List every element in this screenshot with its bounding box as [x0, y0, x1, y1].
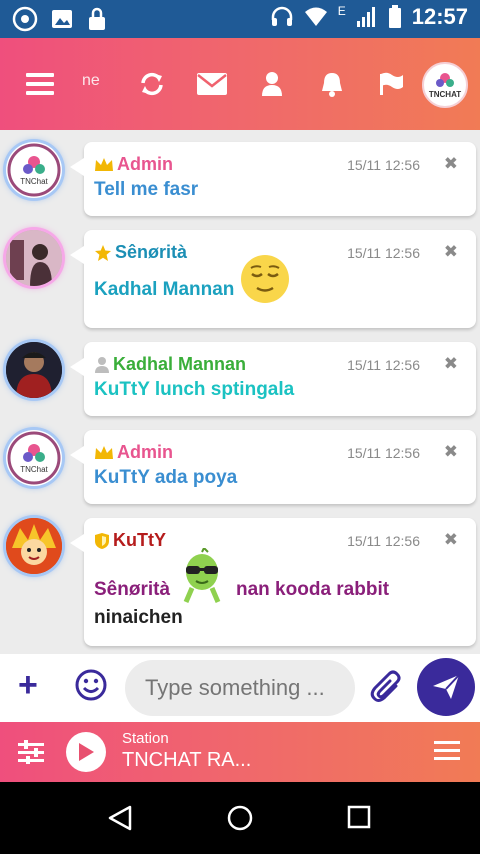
refresh-icon	[141, 72, 163, 96]
envelope-icon	[197, 73, 227, 95]
avatar[interactable]	[6, 342, 62, 398]
message-bubble: KuTtY 15/11 12:56 ✖ Sênørità nan kooda r…	[70, 518, 476, 646]
username[interactable]: Sênørità	[94, 242, 187, 263]
user-icon	[95, 356, 109, 373]
send-icon	[433, 674, 460, 699]
player-menu-button[interactable]	[434, 740, 460, 767]
avatar[interactable]: TNChat	[6, 142, 62, 198]
back-button[interactable]	[106, 804, 134, 837]
message-composer: +	[0, 654, 480, 722]
headset-icon	[271, 6, 292, 26]
tnchat-logo-icon: TNChat	[7, 431, 61, 485]
message-bubble: Admin 15/11 12:56 ✖ Tell me fasr	[70, 142, 476, 216]
messages-button[interactable]	[194, 66, 230, 102]
message-text: nan kooda rabbit	[236, 579, 390, 600]
avatar[interactable]: TNChat	[6, 430, 62, 486]
username[interactable]: Admin	[94, 154, 173, 175]
username[interactable]: Kadhal Mannan	[94, 354, 246, 375]
profile-photo-icon	[6, 342, 62, 398]
message-input[interactable]	[125, 660, 355, 716]
back-triangle-icon	[108, 805, 132, 831]
app-notification-icon	[12, 6, 38, 32]
radio-player: Station TNCHAT RA...	[0, 722, 480, 782]
equalizer-button[interactable]	[18, 740, 44, 769]
message-text: Sênørità	[94, 579, 171, 600]
recents-square-icon	[347, 805, 371, 829]
wifi-icon	[304, 7, 327, 26]
profile-button[interactable]	[254, 66, 290, 102]
message-text: KuTtY ada poya	[94, 467, 238, 488]
message-bubble: Sênørità 15/11 12:56 ✖ Kadhal Mannan	[70, 230, 476, 328]
relieved-face-icon	[240, 255, 289, 303]
delete-message-button[interactable]: ✖	[444, 442, 458, 462]
hamburger-icon	[26, 73, 54, 95]
message-time: 15/11 12:56	[347, 245, 420, 261]
smiley-icon	[75, 669, 107, 701]
emoji-button[interactable]	[74, 668, 108, 707]
message-text: Kadhal Mannan	[94, 255, 290, 304]
tnchat-logo-icon	[436, 72, 454, 87]
image-notification-icon	[52, 10, 72, 28]
clock: 12:57	[411, 4, 468, 29]
home-circle-icon	[227, 805, 253, 831]
lock-notification-icon	[89, 7, 105, 30]
profile-photo-icon	[6, 230, 62, 286]
chat-messages[interactable]: TNChat Admin 15/11 12:56 ✖ Tell me fasr …	[0, 130, 480, 654]
play-icon	[79, 743, 94, 761]
message-bubble: Kadhal Mannan 15/11 12:56 ✖ KuTtY lunch …	[70, 342, 476, 416]
svg-text:TNChat: TNChat	[20, 177, 48, 186]
delete-message-button[interactable]: ✖	[444, 242, 458, 262]
message-time: 15/11 12:56	[347, 357, 420, 373]
message-text: KuTtY lunch sptingala	[94, 379, 295, 400]
green-alien-sticker-icon	[183, 548, 221, 603]
battery-icon	[388, 5, 401, 28]
profile-cartoon-icon	[6, 518, 62, 574]
menu-button[interactable]	[22, 66, 58, 102]
sliders-icon	[18, 740, 44, 764]
news-ticker: ne	[82, 72, 100, 89]
star-icon	[95, 244, 111, 261]
my-avatar[interactable]: TNCHAT	[422, 62, 468, 108]
message-text: ninaichen	[94, 607, 183, 628]
shield-icon	[95, 532, 109, 549]
user-icon	[262, 72, 282, 96]
station-label: Station	[122, 730, 169, 747]
flag-icon	[380, 72, 403, 95]
paperclip-icon	[370, 670, 401, 702]
message-bubble: Admin 15/11 12:56 ✖ KuTtY ada poya	[70, 430, 476, 504]
svg-text:TNChat: TNChat	[20, 465, 48, 474]
add-button[interactable]: +	[18, 668, 38, 702]
signal-icon	[356, 7, 375, 27]
message-input-wrapper	[125, 660, 355, 716]
bell-icon	[322, 73, 342, 97]
station-name: TNCHAT RA...	[122, 749, 252, 771]
top-navigation: ne TNCHAT	[0, 38, 480, 130]
attach-button[interactable]	[370, 668, 404, 709]
message-time: 15/11 12:56	[347, 533, 420, 549]
notifications-button[interactable]	[314, 66, 350, 102]
system-navigation-bar	[0, 782, 480, 854]
play-button[interactable]	[66, 732, 106, 772]
refresh-button[interactable]	[134, 66, 170, 102]
hamburger-icon	[434, 741, 460, 760]
message-time: 15/11 12:56	[347, 445, 420, 461]
tnchat-logo-icon: TNChat	[7, 143, 61, 197]
status-bar: E 12:57	[0, 0, 480, 38]
username[interactable]: Admin	[94, 442, 173, 463]
crown-icon	[95, 157, 113, 171]
home-button[interactable]	[226, 804, 254, 837]
avatar[interactable]	[6, 230, 62, 286]
delete-message-button[interactable]: ✖	[444, 154, 458, 174]
username[interactable]: KuTtY	[94, 530, 166, 551]
recents-button[interactable]	[346, 804, 372, 835]
send-button[interactable]	[417, 658, 475, 716]
avatar[interactable]	[6, 518, 62, 574]
delete-message-button[interactable]: ✖	[444, 354, 458, 374]
network-type: E	[337, 4, 346, 18]
delete-message-button[interactable]: ✖	[444, 530, 458, 550]
report-button[interactable]	[374, 66, 410, 102]
message-time: 15/11 12:56	[347, 157, 420, 173]
crown-icon	[95, 445, 113, 459]
message-text: Tell me fasr	[94, 179, 199, 200]
